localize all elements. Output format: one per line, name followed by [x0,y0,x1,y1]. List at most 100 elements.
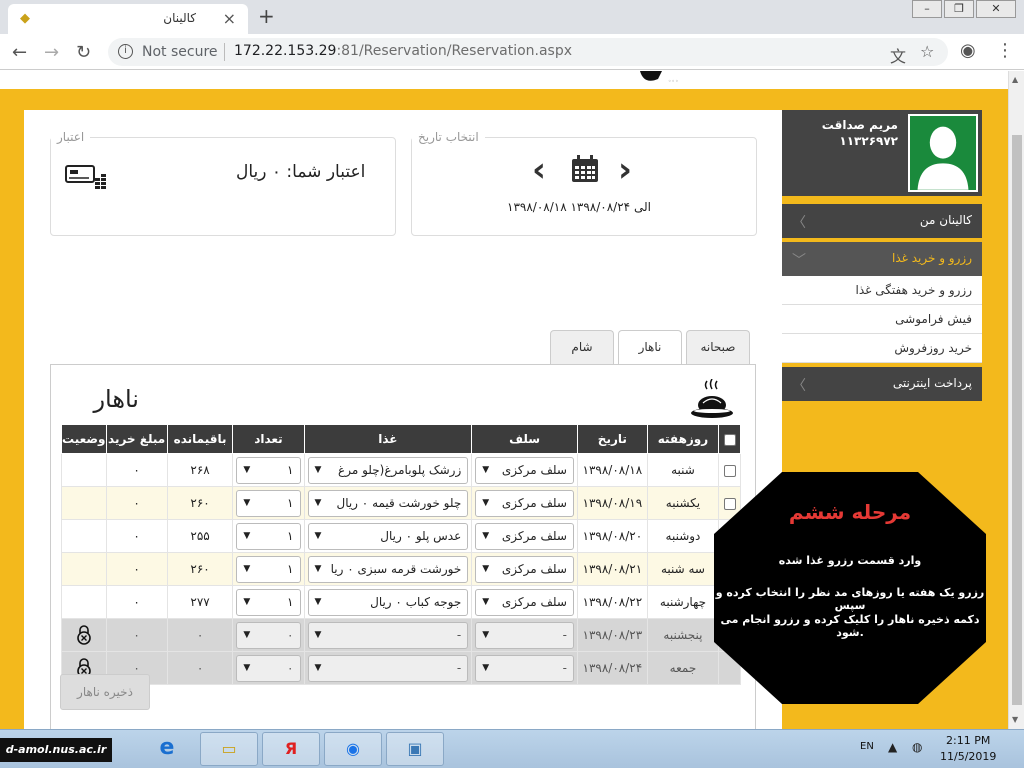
omnibox[interactable]: i Not secure 172.22.153.29:81/Reservatio… [108,38,948,66]
new-tab-icon[interactable]: + [258,4,275,28]
sidebar-item-reserve-food[interactable]: رزرو و خرید غذا ﹀ [782,242,982,276]
sidebar: مریم صداقت ۱۱۳۲۶۹۷۲ کالینان من 〈 رزرو و … [782,110,982,405]
dropdown-caret-icon: ▼ [482,564,490,574]
day-cell: سه شنبه [646,552,720,586]
count-select[interactable]: ۱ ▼ [236,522,301,550]
sidebar-item-label: رزرو و خرید غذا [891,251,972,265]
photo-viewer-icon[interactable]: ▣ [386,732,444,766]
tab-dinner[interactable]: شام [550,330,614,364]
date-range: ۱۳۹۸/۰۸/۱۸ الی ۱۳۹۸/۰۸/۲۴ [507,200,651,214]
self-select[interactable]: سلف مرکزی ▼ [475,522,574,550]
forward-icon[interactable]: → [44,42,59,63]
self-select[interactable]: سلف مرکزی ▼ [475,588,574,616]
dropdown-caret-icon: ▼ [314,465,322,475]
system-clock[interactable]: 2:11 PM 11/5/2019 [940,733,996,765]
count-select-value: ۱ [287,496,294,510]
count-select[interactable]: ۱ ▼ [236,489,301,517]
self-select[interactable]: سلف مرکزی ▼ [475,555,574,583]
day-cell: شنبه [646,453,720,487]
save-lunch-button[interactable]: ذخیره ناهار [60,674,150,710]
food-select[interactable]: چلو خورشت قیمه ۰ ریال ▼ [307,489,469,517]
address-bar: ← → ↻ i Not secure 172.22.153.29:81/Rese… [0,34,1024,70]
watermark: d-amol.nus.ac.ir [0,738,112,762]
credit-box: اعتبار اعتبار شما: ۰ ریال [50,130,396,236]
menu-kebab-icon[interactable]: ⋮ [996,40,1014,61]
chrome-icon[interactable]: ◉ [324,732,382,766]
url-text[interactable]: 172.22.153.29:81/Reservation/Reservation… [234,43,572,59]
next-week-chevron-icon[interactable]: › [618,150,632,190]
diamond-favicon-icon: ◆ [20,11,30,26]
bookmark-star-icon[interactable]: ☆ [920,42,934,61]
self-select-value: - [562,628,567,642]
self-select[interactable]: سلف مرکزی ▼ [475,489,574,517]
scroll-thumb[interactable] [1012,135,1022,705]
food-select[interactable]: خورشت قرمه سبزی ۰ ریا ▼ [307,555,469,583]
count-select[interactable]: ۱ ▼ [236,588,301,616]
calendar-icon[interactable] [570,154,600,184]
restore-icon[interactable]: ❐ [944,0,974,18]
minimize-icon[interactable]: – [912,0,942,18]
back-icon[interactable]: ← [12,42,27,63]
not-secure-label: Not secure [142,44,218,60]
money-cash-icon [65,165,106,189]
scroll-up-icon[interactable]: ▲ [1012,75,1018,84]
sidebar-subitem-daily-sale[interactable]: خرید روزفروش [782,334,982,363]
table-row: پنجشنبه ۱۳۹۸/۰۸/۲۳- ▼ - ▼ ۰ ▼ ۰ ۰ [61,618,741,652]
tab-close-icon[interactable]: × [223,9,236,28]
sidebar-menu: کالینان من 〈 رزرو و خرید غذا ﹀ رزرو و خر… [782,204,982,401]
food-cell: چلو خورشت قیمه ۰ ریال ▼ [303,486,473,520]
price-cell: ۰ [105,519,168,553]
sidebar-item-my-kalinan[interactable]: کالینان من 〈 [782,204,982,238]
date-cell: ۱۳۹۸/۰۸/۱۹ [576,486,648,520]
food-select-value: - [456,628,462,642]
tray-arrow-icon[interactable]: ▲ [888,740,897,754]
file-explorer-icon[interactable]: ▭ [200,732,258,766]
count-select[interactable]: ۱ ▼ [236,456,301,484]
tab-breakfast[interactable]: صبحانه [686,330,750,364]
sidebar-subitem-weekly-reserve[interactable]: رزرو و خرید هفتگی غذا [782,276,982,305]
browser-tab[interactable]: ◆ کالینان × [8,4,248,34]
count-cell: ۱ ▼ [232,585,305,619]
table-row: دوشنبه ۱۳۹۸/۰۸/۲۰ سلف مرکزی ▼ عدس پلو ۰ ریال… [61,519,741,553]
main-content: انتخاب تاریخ ‹ › ۱۳۹۸/۰۸/۱۸ الی ۱۳۹۸/۰۸/… [24,110,782,729]
count-select-value: ۰ [287,628,294,642]
yandex-icon[interactable]: Я [262,732,320,766]
self-select: - ▼ [475,621,574,649]
tab-lunch[interactable]: ناهار [618,330,682,365]
subitem-label: فیش فراموشی [895,312,972,326]
header-date: تاریخ [576,424,648,454]
dropdown-caret-icon: ▼ [243,465,251,475]
reload-icon[interactable]: ↻ [76,42,91,63]
panel-title: ناهار [93,385,139,413]
sidebar-item-online-payment[interactable]: پرداخت اینترنتی 〈 [782,367,982,401]
self-select-value: سلف مرکزی [501,562,567,576]
translate-icon[interactable]: 文 [890,43,906,67]
food-select-value: عدس پلو ۰ ریال [380,529,462,543]
day-cell: یکشنبه [646,486,720,520]
day-cell: دوشنبه [646,519,720,553]
food-select[interactable]: زرشک پلوبامرغ(چلو مرغ ▼ [307,456,469,484]
count-select[interactable]: ۱ ▼ [236,555,301,583]
self-select[interactable]: سلف مرکزی ▼ [475,456,574,484]
self-select-value: سلف مرکزی [501,529,567,543]
ie-icon[interactable]: e [138,732,196,766]
profile-icon[interactable]: ◉ [960,40,976,61]
count-select-value: ۰ [287,661,294,675]
count-select-value: ۱ [287,463,294,477]
language-indicator[interactable]: EN [860,741,874,752]
window-close-icon[interactable]: ✕ [976,0,1016,18]
scroll-down-icon[interactable]: ▼ [1012,715,1018,724]
page-scrollbar[interactable]: ▲ ▼ [1008,71,1024,729]
dropdown-caret-icon: ▼ [482,663,490,673]
network-icon[interactable]: ◍ [912,740,922,754]
food-select: - ▼ [307,654,469,682]
self-cell: سلف مرکزی ▼ [471,552,578,586]
info-icon[interactable]: i [118,44,133,59]
select-all-checkbox[interactable] [723,433,736,446]
prev-week-chevron-icon[interactable]: ‹ [532,150,546,190]
food-select[interactable]: عدس پلو ۰ ریال ▼ [307,522,469,550]
sidebar-subitem-forgotten-receipt[interactable]: فیش فراموشی [782,305,982,334]
sidebar-item-label: پرداخت اینترنتی [892,376,972,390]
profile-card: مریم صداقت ۱۱۳۲۶۹۷۲ [782,110,982,196]
food-select[interactable]: جوجه کباب ۰ ریال ▼ [307,588,469,616]
